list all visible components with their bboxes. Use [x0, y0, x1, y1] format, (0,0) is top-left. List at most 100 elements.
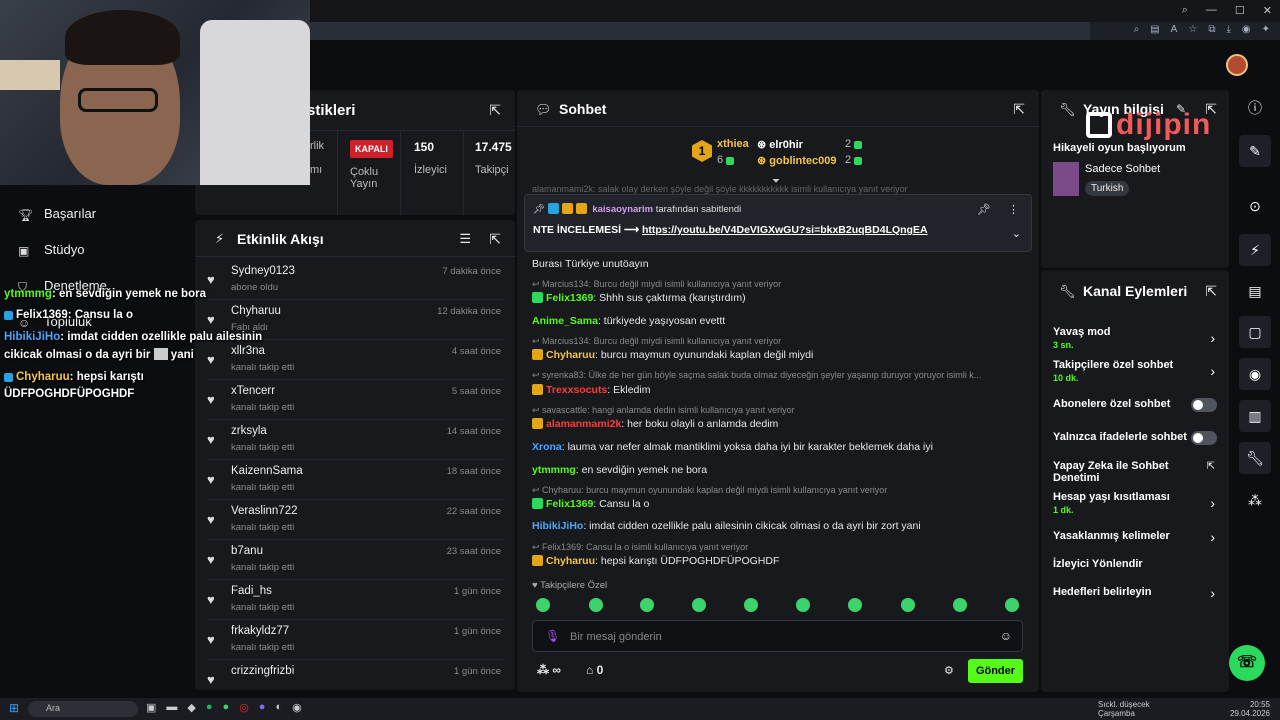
chat-username[interactable]: alamanmami2k — [546, 418, 621, 430]
chat-message[interactable]: HibikiJiHo: imdat cidden ozellikle palu … — [532, 520, 921, 532]
wrench-icon[interactable]: 🔧︎ — [1239, 442, 1271, 474]
search-icon[interactable]: ⌕ — [1182, 4, 1188, 17]
minimize-icon[interactable]: — — [1206, 4, 1217, 17]
notes-icon[interactable]: ▤ — [1239, 275, 1271, 307]
chat-icon[interactable]: ▢ — [1239, 316, 1271, 348]
filter-icon[interactable]: ☰ — [459, 231, 471, 247]
chat-message[interactable]: Burası Türkiye unutöayın — [532, 258, 649, 270]
channel-action-item[interactable]: İzleyici Yönlendir — [1053, 558, 1203, 570]
more-options-icon[interactable]: ⋮ — [1008, 203, 1019, 216]
chat-message[interactable]: Trexxsocuts: Ekledim — [532, 384, 650, 396]
send-button[interactable]: Gönder — [968, 659, 1023, 683]
activity-row[interactable]: ♥ Veraslinn722 kanalı takip etti 22 saat ön… — [207, 500, 503, 540]
maximize-icon[interactable]: ☐ — [1235, 4, 1245, 17]
pin-icon[interactable]: 📌︎ — [977, 203, 991, 216]
leaderboard-name[interactable]: xthiea — [717, 138, 749, 150]
user-avatar[interactable] — [1226, 54, 1248, 76]
chat-username[interactable]: Chyharuu — [546, 349, 595, 361]
share-icon[interactable]: ⁂ — [1239, 484, 1271, 516]
emote-icon[interactable] — [589, 598, 603, 612]
activity-username[interactable]: b7anu — [231, 545, 263, 557]
folder-icon[interactable]: ▬ — [166, 701, 177, 714]
taskbar-search[interactable]: Ara — [28, 701, 138, 717]
star-icon[interactable]: ☆ — [1188, 24, 1197, 35]
downloads-icon[interactable]: ⤓ — [1226, 24, 1230, 35]
chat-username[interactable]: Chyharuu — [546, 555, 595, 567]
spotify-icon[interactable]: ● — [206, 701, 213, 714]
emote-icon[interactable] — [692, 598, 706, 612]
chat-message[interactable]: Felix1369: Shhh sus çaktırma (karıştırdı… — [532, 292, 746, 304]
channel-action-item[interactable]: Abonelere özel sohbet — [1053, 398, 1203, 410]
taskview-icon[interactable]: ▣ — [146, 701, 156, 714]
browser-icon[interactable]: ◎ — [239, 701, 249, 714]
microphone-icon[interactable]: 🎙︎ — [545, 629, 560, 643]
chat-username[interactable]: Xrona — [532, 441, 562, 453]
channel-action-item[interactable]: Yalnızca ifadelerle sohbet — [1053, 431, 1193, 443]
popout-icon[interactable]: ⇱ — [489, 231, 501, 248]
steam-icon[interactable]: ◐ — [275, 701, 282, 714]
activity-username[interactable]: Fadi_hs — [231, 585, 272, 597]
toggle-switch[interactable] — [1191, 398, 1217, 412]
camera-icon[interactable]: ⊙ — [1239, 190, 1271, 222]
discord-icon[interactable]: ● — [259, 701, 266, 714]
channel-action-item[interactable]: Yavaş mod 3 sn. — [1053, 326, 1203, 350]
channel-action-item[interactable]: Hedefleri belirleyin — [1053, 586, 1203, 598]
chat-message[interactable]: ytmmmg: en sevdiğin yemek ne bora — [532, 464, 707, 476]
profile-icon[interactable]: ◉ — [1242, 24, 1251, 35]
layout-icon[interactable]: ▥ — [1239, 400, 1271, 432]
info-icon[interactable]: ⓘ — [1239, 92, 1271, 124]
channel-action-item[interactable]: Yasaklanmış kelimeler — [1053, 530, 1203, 542]
store-button[interactable]: ⌂ 0 — [586, 663, 603, 677]
chat-message[interactable]: alamanmami2k: her boku olayli o anlamda … — [532, 418, 778, 430]
chevron-right-icon[interactable]: › — [1210, 495, 1215, 511]
windows-start-icon[interactable]: ⊞ — [9, 701, 19, 715]
activity-username[interactable]: Sydney0123 — [231, 265, 295, 277]
activity-row[interactable]: ♥ zrksyla kanalı takip etti 14 saat önce — [207, 420, 503, 460]
leaderboard-entry[interactable]: ⊛ elr0hir — [757, 138, 803, 151]
popout-icon[interactable]: ⇱ — [1205, 283, 1217, 300]
chat-message[interactable]: Chyharuu: burcu maymun oyunundaki kaplan… — [532, 349, 813, 361]
emote-icon[interactable] — [744, 598, 758, 612]
settings-gear-icon[interactable]: ⚙︎ — [944, 664, 954, 677]
emote-icon[interactable] — [953, 598, 967, 612]
chat-input[interactable]: 🎙︎ Bir mesaj gönderin ☺ — [532, 620, 1023, 652]
chat-message[interactable]: Chyharuu: hepsi karıştı ÜDFPOGHDFÜPOGHDF — [532, 555, 779, 567]
chat-message[interactable]: Anime_Sama: türkiyede yaşıyosan evettt — [532, 315, 725, 327]
activity-row[interactable]: ♥ frkakyldz77 kanalı takip etti 1 gün önce — [207, 620, 503, 660]
chat-username[interactable]: Felix1369 — [546, 498, 593, 510]
chat-username[interactable]: HibikiJiHo — [532, 520, 583, 532]
ai-icon[interactable]: ✦ — [1262, 24, 1270, 35]
popout-icon[interactable]: ⇱ — [489, 102, 501, 119]
pinned-link[interactable]: https://youtu.be/V4DeVIGXwGU?si=bkxB2uqB… — [642, 224, 928, 236]
close-icon[interactable]: ✕ — [1263, 4, 1272, 17]
reader-icon[interactable]: ▤ — [1150, 24, 1159, 35]
emote-icon[interactable] — [848, 598, 862, 612]
lightning-icon[interactable]: ⚡︎ — [1239, 234, 1271, 266]
activity-username[interactable]: KaizennSama — [231, 465, 303, 477]
nav-studyo[interactable]: ▣ Stüdyo — [18, 242, 84, 258]
activity-username[interactable]: crizzingfrizbi — [231, 665, 294, 677]
weather-widget[interactable]: Sıckl. düşecek Çarşamba — [1098, 700, 1150, 718]
chat-message[interactable]: Xrona: lauma var nefer almak mantiklimi … — [532, 441, 933, 453]
channel-action-item[interactable]: Takipçilere özel sohbet 10 dk. — [1053, 359, 1203, 383]
emoji-icon[interactable]: ☺ — [1000, 629, 1012, 643]
chat-message[interactable]: Felix1369: Cansu la o — [532, 498, 649, 510]
emote-icon[interactable] — [1005, 598, 1019, 612]
chevron-down-icon[interactable]: ⌄ — [1012, 227, 1021, 240]
external-link-icon[interactable]: ⇱ — [1207, 461, 1215, 472]
pinned-by-user[interactable]: kaisaoynarim — [592, 204, 653, 215]
category-name[interactable]: Sadece Sohbet — [1085, 163, 1160, 175]
chat-username[interactable]: Trexxsocuts — [546, 384, 607, 396]
activity-username[interactable]: zrksyla — [231, 425, 267, 437]
emote-icon[interactable] — [796, 598, 810, 612]
translate-icon[interactable]: A — [1171, 24, 1178, 35]
activity-row[interactable]: ♥ b7anu kanalı takip etti 23 saat önce — [207, 540, 503, 580]
broadcast-icon[interactable]: ◉ — [1239, 358, 1271, 390]
toggle-switch[interactable] — [1191, 431, 1217, 445]
category-thumbnail[interactable] — [1053, 162, 1079, 196]
chat-username[interactable]: Anime_Sama — [532, 315, 598, 327]
activity-username[interactable]: Veraslinn722 — [231, 505, 298, 517]
extensions-icon[interactable]: ⧉ — [1208, 24, 1215, 35]
chevron-right-icon[interactable]: › — [1210, 585, 1215, 601]
chevron-right-icon[interactable]: › — [1210, 363, 1215, 379]
